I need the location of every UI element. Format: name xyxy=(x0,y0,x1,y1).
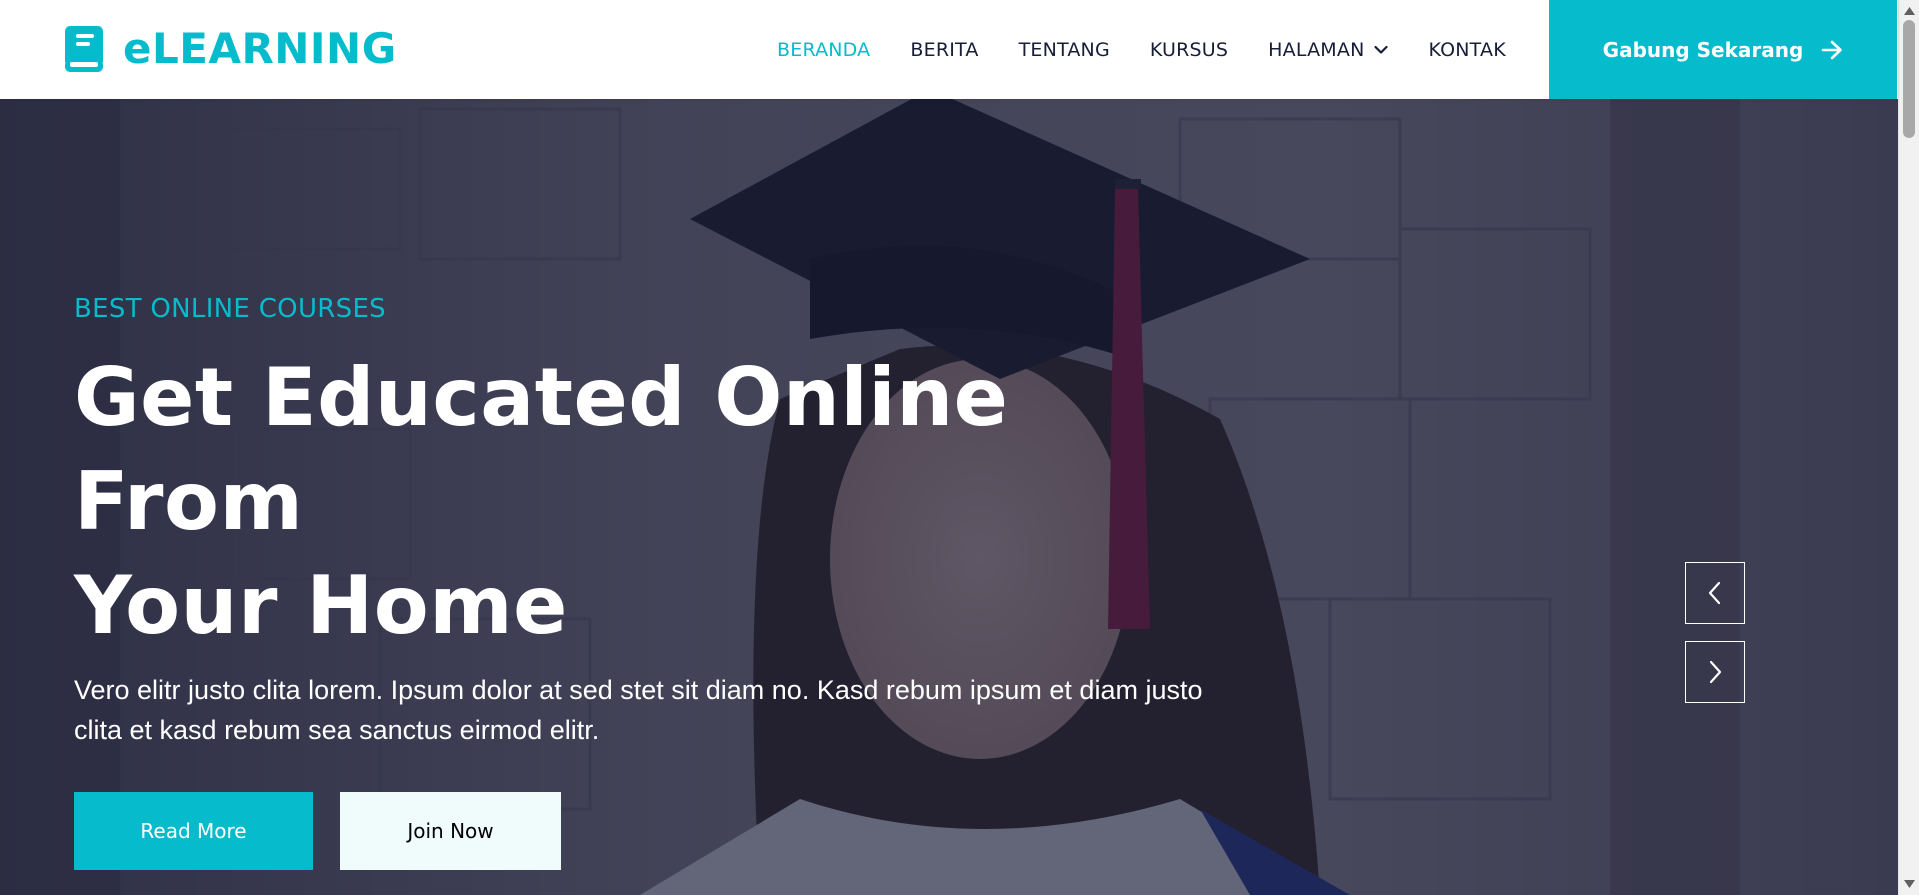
page-scrollbar[interactable] xyxy=(1898,0,1919,895)
join-now-button[interactable]: Join Now xyxy=(340,792,561,870)
chevron-left-icon xyxy=(1708,581,1721,605)
hero-description-line-1: Vero elitr justo clita lorem. Ipsum dolo… xyxy=(74,675,1203,705)
hero-title: Get Educated Online From Your Home xyxy=(74,346,1254,658)
nav-item-kontak[interactable]: KONTAK xyxy=(1428,39,1505,61)
hero-content: BEST ONLINE COURSES Get Educated Online … xyxy=(74,294,1254,750)
carousel-next-button[interactable] xyxy=(1685,641,1745,703)
carousel-prev-button[interactable] xyxy=(1685,562,1745,624)
scroll-down-arrow-icon[interactable] xyxy=(1903,878,1916,890)
nav-item-beranda[interactable]: BERANDA xyxy=(777,39,870,61)
read-more-button[interactable]: Read More xyxy=(74,792,313,870)
nav-item-label: BERANDA xyxy=(777,38,871,61)
nav-item-label: BERITA xyxy=(910,38,979,61)
hero-kicker: BEST ONLINE COURSES xyxy=(74,294,386,324)
hero-description-line-2: clita et kasd rebum sea sanctus eirmod e… xyxy=(74,715,600,745)
hero-title-line-1: Get Educated Online From xyxy=(74,351,1009,548)
cta-label: Gabung Sekarang xyxy=(1602,37,1804,62)
hero-title-line-2: Your Home xyxy=(74,559,568,652)
nav-item-halaman-dropdown[interactable]: HALAMAN xyxy=(1268,38,1389,61)
hero-description: Vero elitr justo clita lorem. Ipsum dolo… xyxy=(74,670,1234,750)
nav-item-label: KURSUS xyxy=(1149,38,1229,61)
nav-item-label: KONTAK xyxy=(1428,38,1506,61)
nav-item-tentang[interactable]: TENTANG xyxy=(1019,39,1110,61)
page: eLEARNING BERANDA BERITA TENTANG KURSUS … xyxy=(0,0,1919,895)
navbar: eLEARNING BERANDA BERITA TENTANG KURSUS … xyxy=(0,0,1898,99)
book-icon xyxy=(65,25,103,72)
scrollbar-thumb[interactable] xyxy=(1903,20,1915,138)
nav-item-label: TENTANG xyxy=(1018,38,1110,61)
brand-name: eLEARNING xyxy=(123,24,397,73)
chevron-right-icon xyxy=(1709,660,1722,684)
nav-item-kursus[interactable]: KURSUS xyxy=(1150,39,1228,61)
brand-logo[interactable]: eLEARNING xyxy=(63,24,397,73)
hero-buttons: Read More Join Now xyxy=(74,792,561,870)
nav-item-label: HALAMAN xyxy=(1268,38,1365,61)
chevron-down-icon xyxy=(1374,45,1389,54)
scroll-up-arrow-icon[interactable] xyxy=(1903,5,1916,17)
join-now-cta-button[interactable]: Gabung Sekarang xyxy=(1549,0,1897,99)
main-menu: BERANDA BERITA TENTANG KURSUS HALAMAN KO… xyxy=(777,0,1506,99)
arrow-right-icon xyxy=(1822,40,1843,59)
nav-item-berita[interactable]: BERITA xyxy=(910,39,978,61)
